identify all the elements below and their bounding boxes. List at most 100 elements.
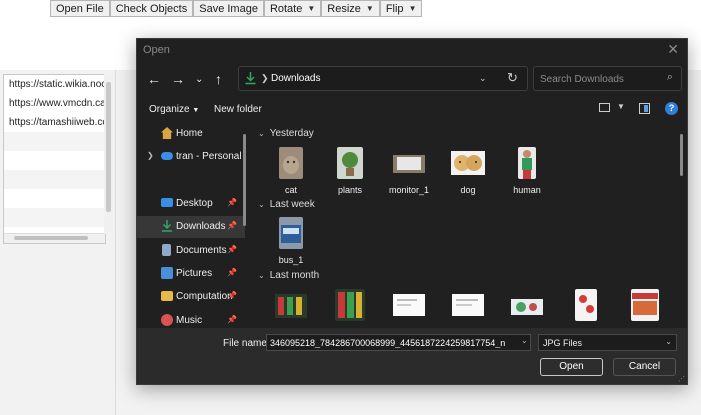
organize-label: Organize [149,104,190,115]
url-list-empty-row [4,151,105,170]
navigation-pane: Home ❯ tran - Personal Desktop 📌 Downloa… [137,123,247,328]
pin-icon[interactable]: 📌 [227,291,237,300]
chevron-right-icon[interactable]: ❯ [147,151,154,160]
file-item[interactable] [561,289,611,324]
human-thumbnail [518,147,536,179]
pin-icon[interactable]: 📌 [227,245,237,254]
new-folder-button[interactable]: New folder [214,104,262,115]
file-name: monitor_1 [388,185,430,195]
group-header-last-week[interactable]: ⌄ Last week [258,199,315,210]
sidebar-item-label: Pictures [176,268,213,279]
breadcrumb-separator-icon: ❯ [261,73,269,83]
open-file-button[interactable]: Open File [50,0,110,17]
file-name: cat [284,185,297,195]
search-input[interactable] [538,71,660,88]
url-list-vertical-scrollbar[interactable] [104,74,113,234]
up-arrow-icon[interactable]: ↑ [215,71,222,87]
sidebar-item-downloads[interactable]: Downloads 📌 [137,216,245,238]
sidebar-item-label: Computation [176,291,233,302]
flip-label: Flip [385,2,404,15]
search-icon: ⌕ [666,71,673,83]
help-icon[interactable]: ? [665,102,678,115]
sidebar-item-label: Music [176,315,203,326]
pin-icon[interactable]: 📌 [227,198,237,207]
file-item[interactable] [502,289,552,324]
sidebar-item-onedrive[interactable]: ❯ tran - Personal [137,146,245,168]
url-list-item[interactable]: https://static.wikia.nocoo [4,75,105,94]
pin-icon[interactable]: 📌 [227,268,237,277]
pin-icon[interactable]: 📌 [227,315,237,324]
group-label: Yesterday [269,128,314,139]
image-thumbnail [631,289,659,321]
group-label: Last month [269,270,320,281]
back-arrow-icon[interactable]: ← [147,71,161,87]
file-name-input[interactable] [266,334,531,351]
group-header-last-month[interactable]: ⌄ Last month [258,270,319,281]
flip-button[interactable]: Flip ▼ [379,0,423,17]
image-thumbnail [335,289,365,321]
open-button[interactable]: Open [540,358,603,376]
refresh-icon[interactable]: ↻ [507,70,518,86]
resize-grip-icon[interactable]: ⋰ [678,375,685,383]
file-item[interactable]: monitor_1 [384,147,434,195]
sidebar-item-documents[interactable]: Documents 📌 [137,240,245,262]
resize-button[interactable]: Resize ▼ [321,0,380,17]
url-list-empty-row [4,170,105,189]
sidebar-item-home[interactable]: Home [137,123,245,145]
file-item[interactable]: bus_1 [266,217,316,265]
file-item[interactable] [443,289,493,324]
sidebar-item-pictures[interactable]: Pictures 📌 [137,263,245,285]
dialog-footer: File name: ⌄ JPG Files ⌄ Open Cancel ⋰ [137,328,687,384]
file-item[interactable] [384,289,434,324]
recent-locations-chevron-icon[interactable]: ⌄ [195,74,203,85]
file-item[interactable]: plants [325,147,375,195]
rotate-label: Rotate [269,2,303,15]
file-name: human [513,185,541,195]
organize-button[interactable]: Organize ▼ [149,104,199,115]
sidebar-item-computation[interactable]: Computation 📌 [137,286,245,308]
url-list-horizontal-scrollbar[interactable] [4,233,105,243]
app-toolbar: Open File Check Objects Save Image Rotat… [50,0,423,18]
sidebar-item-desktop[interactable]: Desktop 📌 [137,193,245,215]
url-list-item[interactable]: https://tamashiiweb.com [4,113,105,132]
search-box[interactable]: ⌕ [533,66,682,91]
file-item[interactable] [325,289,375,324]
open-file-dialog: Open ✕ ← → ⌄ ↑ ❯ Downloads ⌄ ↻ ⌕ Organiz… [136,38,688,385]
group-header-yesterday[interactable]: ⌄ Yesterday [258,128,314,139]
sidebar-item-label: Documents [176,245,227,256]
url-list[interactable]: https://static.wikia.nocoo https://www.v… [3,74,106,244]
navigation-scrollbar[interactable] [243,134,246,226]
file-type-select[interactable]: JPG Files ⌄ [538,334,677,351]
pin-icon[interactable]: 📌 [227,221,237,230]
chevron-down-icon[interactable]: ⌄ [479,73,487,84]
folder-icon [161,291,173,301]
close-icon[interactable]: ✕ [667,41,679,58]
forward-arrow-icon[interactable]: → [171,71,185,87]
dialog-title: Open [143,44,170,56]
address-bar[interactable]: ❯ Downloads ⌄ ↻ [238,66,528,91]
preview-pane-icon[interactable] [639,103,650,114]
scroll-thumb[interactable] [14,236,88,240]
home-icon [161,127,173,139]
file-item[interactable] [620,289,670,324]
url-list-empty-row [4,189,105,208]
cancel-button[interactable]: Cancel [613,358,676,376]
image-thumbnail [275,294,307,318]
chevron-down-icon: ▼ [192,107,200,114]
file-item[interactable]: dog [443,147,493,195]
file-item[interactable] [266,289,316,324]
breadcrumb-downloads[interactable]: Downloads [271,73,320,84]
file-item[interactable]: cat [266,147,316,195]
file-name-label: File name: [223,338,270,349]
chevron-down-icon[interactable]: ▼ [617,102,625,111]
check-objects-button[interactable]: Check Objects [109,0,194,17]
file-list-scrollbar[interactable] [680,134,683,176]
chevron-down-icon[interactable]: ⌄ [521,336,528,345]
view-mode-icon[interactable] [599,103,610,112]
scroll-thumb[interactable] [106,82,111,212]
rotate-button[interactable]: Rotate ▼ [263,0,322,17]
save-image-button[interactable]: Save Image [193,0,264,17]
monitor-thumbnail [393,155,425,173]
file-item[interactable]: human [502,147,552,195]
url-list-item[interactable]: https://www.vmcdn.ca/f/ [4,94,105,113]
